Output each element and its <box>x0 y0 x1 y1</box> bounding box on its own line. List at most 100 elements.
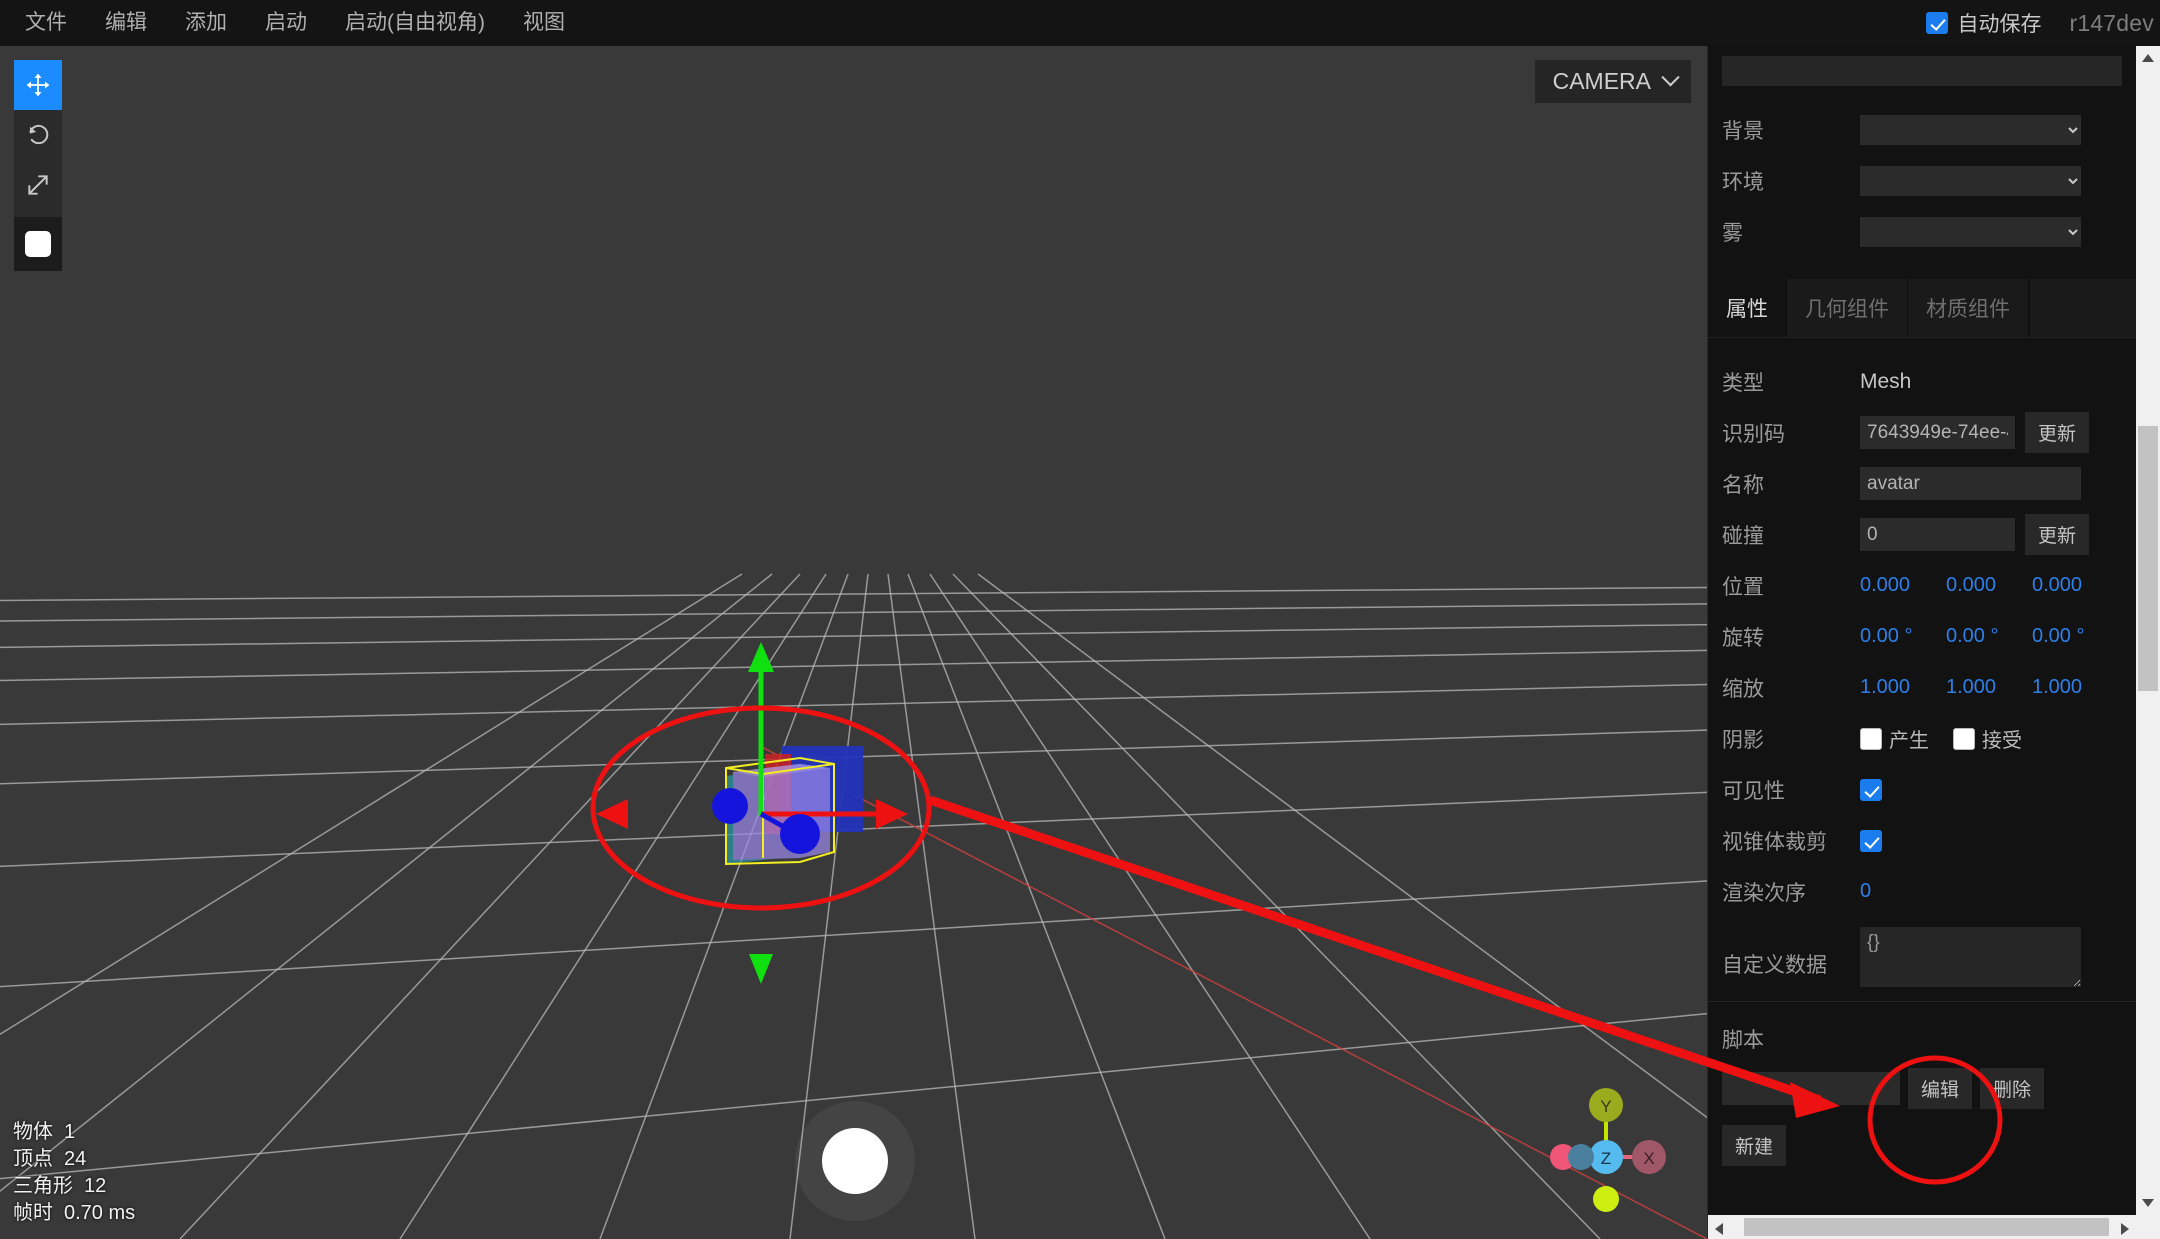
scene-render <box>0 46 1707 1239</box>
row-name: 名称 <box>1708 458 2136 509</box>
row-uuid: 识别码 更新 <box>1708 407 2136 458</box>
collision-label: 碰撞 <box>1722 524 1764 548</box>
position-y[interactable]: 0.000 <box>1946 574 2022 597</box>
viewport-3d[interactable]: CAMERA Y X Z 物体 1 顶点 24 三角形 12 帧时 0.70 m… <box>0 46 1707 1239</box>
tab-material[interactable]: 材质组件 <box>1908 279 2029 337</box>
frustum-checkbox[interactable] <box>1860 829 1882 852</box>
row-shadow: 阴影 产生 接受 <box>1708 713 2136 764</box>
menu-item-edit[interactable]: 编辑 <box>86 0 166 46</box>
tab-geometry[interactable]: 几何组件 <box>1787 279 1908 337</box>
move-icon <box>26 73 50 97</box>
uuid-input[interactable] <box>1860 416 2015 449</box>
scroll-left-arrow-icon[interactable] <box>1715 1223 1723 1235</box>
row-environment: 环境 <box>1708 155 2136 206</box>
shadow-label: 阴影 <box>1722 728 1764 752</box>
stat-triangles: 三角形 12 <box>13 1175 107 1197</box>
render-order-label: 渲染次序 <box>1722 881 1806 905</box>
vertical-scroll-thumb[interactable] <box>2138 426 2158 691</box>
userdata-textarea[interactable] <box>1860 927 2081 987</box>
menu-item-play-free-view[interactable]: 启动(自由视角) <box>326 0 504 46</box>
row-scale: 缩放 1.000 1.000 1.000 <box>1708 662 2136 713</box>
visible-label: 可见性 <box>1722 779 1785 803</box>
scroll-right-arrow-icon[interactable] <box>2121 1223 2129 1235</box>
camera-selector-label: CAMERA <box>1552 68 1651 94</box>
properties-tab-body: 类型 Mesh 识别码 更新 名称 <box>1708 338 2136 1206</box>
menu-bar-right: 自动保存 r147dev <box>1926 0 2160 46</box>
name-label: 名称 <box>1722 473 1764 497</box>
shadow-cast-toggle[interactable]: 产生 <box>1860 724 1929 753</box>
autosave-label: 自动保存 <box>1957 13 2042 36</box>
position-label: 位置 <box>1722 575 1764 599</box>
row-userdata: 自定义数据 <box>1708 917 2136 987</box>
inspector-scroll-area: 背景 环境 雾 属性 几何组件 材质组件 类型 Mesh 识别码 7643949… <box>1708 46 2136 1215</box>
inspector-panel: 背景 环境 雾 属性 几何组件 材质组件 类型 Mesh 识别码 7643949… <box>1707 46 2160 1239</box>
row-render-order: 渲染次序 0 <box>1708 866 2136 917</box>
rotation-y[interactable]: 0.00 ° <box>1946 625 2022 648</box>
stat-vertices: 顶点 24 <box>13 1148 87 1170</box>
scale-z[interactable]: 1.000 <box>2032 676 2108 699</box>
userdata-label: 自定义数据 <box>1722 954 1827 977</box>
script-new-button[interactable]: 新建 <box>1722 1125 1787 1166</box>
row-fog: 雾 <box>1708 206 2136 257</box>
menu-item-add[interactable]: 添加 <box>166 0 246 46</box>
shadow-cast-label: 产生 <box>1889 730 1929 752</box>
uuid-update-button[interactable]: 更新 <box>2025 412 2090 453</box>
rotation-x[interactable]: 0.00 ° <box>1860 625 1936 648</box>
tab-filler <box>2029 279 2136 337</box>
menu-item-view[interactable]: 视图 <box>504 0 584 46</box>
camera-selector[interactable]: CAMERA <box>1534 60 1691 103</box>
uuid-label: 识别码 <box>1722 422 1785 446</box>
script-row: 编辑 删除 <box>1708 1068 2136 1109</box>
shadow-receive-checkbox[interactable] <box>1953 727 1975 750</box>
rotation-z[interactable]: 0.00 ° <box>2032 625 2108 648</box>
virtual-joystick-knob[interactable] <box>822 1128 888 1194</box>
fog-select[interactable] <box>1860 216 2081 247</box>
visible-checkbox[interactable] <box>1860 778 1882 801</box>
script-delete-button[interactable]: 删除 <box>1980 1068 2045 1109</box>
editor-root: 文件 编辑 添加 启动 启动(自由视角) 视图 自动保存 r147dev CAM… <box>0 0 2160 1239</box>
square-icon <box>25 231 51 257</box>
position-z[interactable]: 0.000 <box>2032 574 2108 597</box>
shadow-receive-toggle[interactable]: 接受 <box>1953 724 2022 753</box>
autosave-toggle[interactable]: 自动保存 <box>1926 8 2041 38</box>
axis-orientation-gizmo[interactable]: Y X Z <box>1541 1069 1671 1219</box>
scale-y[interactable]: 1.000 <box>1946 676 2022 699</box>
viewport-stats: 物体 1 顶点 24 三角形 12 帧时 0.70 ms <box>13 1119 135 1227</box>
inspector-vertical-scrollbar[interactable] <box>2136 46 2160 1215</box>
horizontal-scroll-thumb[interactable] <box>1744 1218 2109 1236</box>
rotate-icon <box>29 124 49 145</box>
background-select[interactable] <box>1860 114 2081 145</box>
position-x[interactable]: 0.000 <box>1860 574 1936 597</box>
environment-label: 环境 <box>1722 170 1764 194</box>
name-input[interactable] <box>1860 467 2081 500</box>
shadow-cast-checkbox[interactable] <box>1860 727 1882 750</box>
row-visible: 可见性 <box>1708 764 2136 815</box>
scene-name-field[interactable] <box>1722 56 2122 86</box>
menu-item-file[interactable]: 文件 <box>6 0 86 46</box>
script-section-heading: 脚本 <box>1722 1029 1764 1052</box>
space-toggle[interactable] <box>14 217 62 271</box>
autosave-checkbox[interactable] <box>1926 12 1949 34</box>
type-label: 类型 <box>1722 371 1764 395</box>
scale-tool[interactable] <box>14 160 62 210</box>
scroll-up-arrow-icon[interactable] <box>2142 54 2154 62</box>
row-type: 类型 Mesh <box>1708 356 2136 407</box>
tab-properties[interactable]: 属性 <box>1708 279 1787 337</box>
scroll-down-arrow-icon[interactable] <box>2142 1199 2154 1207</box>
scale-x[interactable]: 1.000 <box>1860 676 1936 699</box>
chevron-down-icon <box>1661 68 1680 87</box>
shadow-receive-label: 接受 <box>1982 730 2022 752</box>
viewport-toolbar <box>14 60 62 271</box>
render-order-value[interactable]: 0 <box>1860 880 1936 903</box>
environment-select[interactable] <box>1860 165 2081 196</box>
rotate-tool[interactable] <box>14 110 62 160</box>
translate-tool[interactable] <box>14 60 62 110</box>
type-value: Mesh <box>1860 369 1912 393</box>
script-edit-button[interactable]: 编辑 <box>1908 1068 1973 1109</box>
script-input[interactable] <box>1722 1072 1900 1105</box>
collision-input[interactable] <box>1860 518 2015 551</box>
menu-item-play[interactable]: 启动 <box>246 0 326 46</box>
inspector-horizontal-scrollbar[interactable] <box>1708 1215 2136 1239</box>
collision-update-button[interactable]: 更新 <box>2025 514 2090 555</box>
scale-icon <box>28 175 48 195</box>
